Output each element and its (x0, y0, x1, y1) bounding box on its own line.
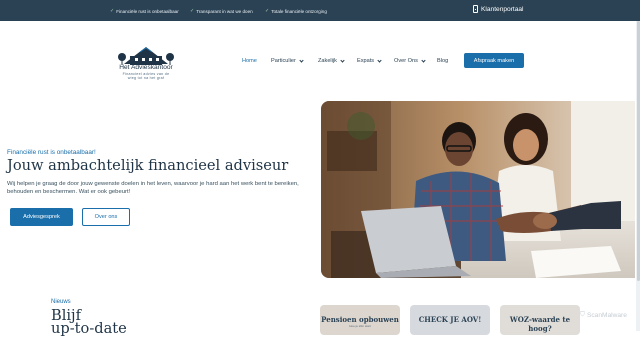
watermark: ⛉ ScanMalware (580, 311, 627, 319)
hero-title: Jouw ambachtelijk financieel adviseur (7, 157, 289, 174)
top-bar: ✓ Financiële rust is onbetaalbaar ✓ Tran… (0, 0, 640, 21)
nav-label: Particulier (271, 58, 296, 64)
hero-eyebrow: Financiële rust is onbetaalbaar! (7, 149, 96, 156)
news-card-subtitle: Hoe je slim start (349, 324, 371, 328)
nav-label: Zakelijk (318, 58, 337, 64)
usp-item: ✓ Totale financiële ontzorging (265, 8, 327, 14)
nav-home[interactable]: Home (242, 58, 257, 64)
usp-text: Financiële rust is onbetaalbaar (116, 8, 179, 14)
nav-over-ons[interactable]: Over Ons (394, 57, 426, 64)
phone-icon (473, 5, 478, 13)
news-card-title: CHECK JE AOV! (418, 315, 482, 324)
hero-image (321, 101, 635, 278)
usp-text: Transparant in wat we doen (196, 8, 253, 14)
check-icon: ✓ (110, 8, 115, 14)
chevron-down-icon (299, 57, 304, 63)
logo-title: Het Advieskantoor (119, 64, 173, 71)
site-logo[interactable]: Het Advieskantoor Financieel advies van … (116, 44, 176, 84)
nav-zakelijk[interactable]: Zakelijk (318, 57, 345, 64)
usp-item: ✓ Financiële rust is onbetaalbaar (110, 8, 179, 14)
house-logo-icon (118, 47, 174, 65)
nav-expats[interactable]: Expats (357, 57, 382, 64)
nav-particulier[interactable]: Particulier (271, 57, 304, 64)
usp-item: ✓ Transparant in wat we doen (190, 8, 253, 14)
chevron-down-icon (377, 57, 382, 63)
nav-label: Blog (437, 58, 449, 64)
afspraak-maken-button[interactable]: Afspraak maken (464, 53, 524, 68)
shield-icon: ⛉ (580, 311, 585, 318)
klantenportaal-link[interactable]: Klantenportaal (473, 5, 524, 13)
news-card-title: Pensioen opbouwen (321, 315, 399, 324)
page-scrollbar[interactable] (636, 21, 640, 331)
over-ons-button[interactable]: Over ons (82, 208, 130, 226)
nav-blog[interactable]: Blog (437, 58, 448, 64)
watermark-text: ScanMalware (586, 311, 627, 319)
nav-label: Over Ons (394, 58, 418, 64)
hero-lead: Wij helpen je graag de door jouw gewenst… (7, 181, 299, 196)
nav-label: Home (242, 58, 257, 64)
usp-text: Totale financiële ontzorging (271, 8, 327, 14)
adviesgesprek-button[interactable]: Adviesgesprek (10, 208, 73, 226)
scrollbar-thumb[interactable] (636, 21, 640, 281)
news-title-line: up-to-date (51, 320, 127, 337)
chevron-down-icon (421, 57, 426, 63)
news-card-title: WOZ-waarde te hoog? (509, 315, 571, 333)
logo-tagline: Financieel advies van de wieg tot na het… (122, 72, 170, 81)
chevron-down-icon (340, 57, 345, 63)
nav-label: Expats (357, 58, 375, 64)
handshake-photo (321, 101, 635, 278)
news-title: Blijf up-to-date (51, 308, 127, 337)
check-icon: ✓ (190, 8, 195, 14)
klantenportaal-label: Klantenportaal (481, 5, 524, 13)
news-label: Nieuws (51, 299, 71, 305)
check-icon: ✓ (265, 8, 270, 14)
